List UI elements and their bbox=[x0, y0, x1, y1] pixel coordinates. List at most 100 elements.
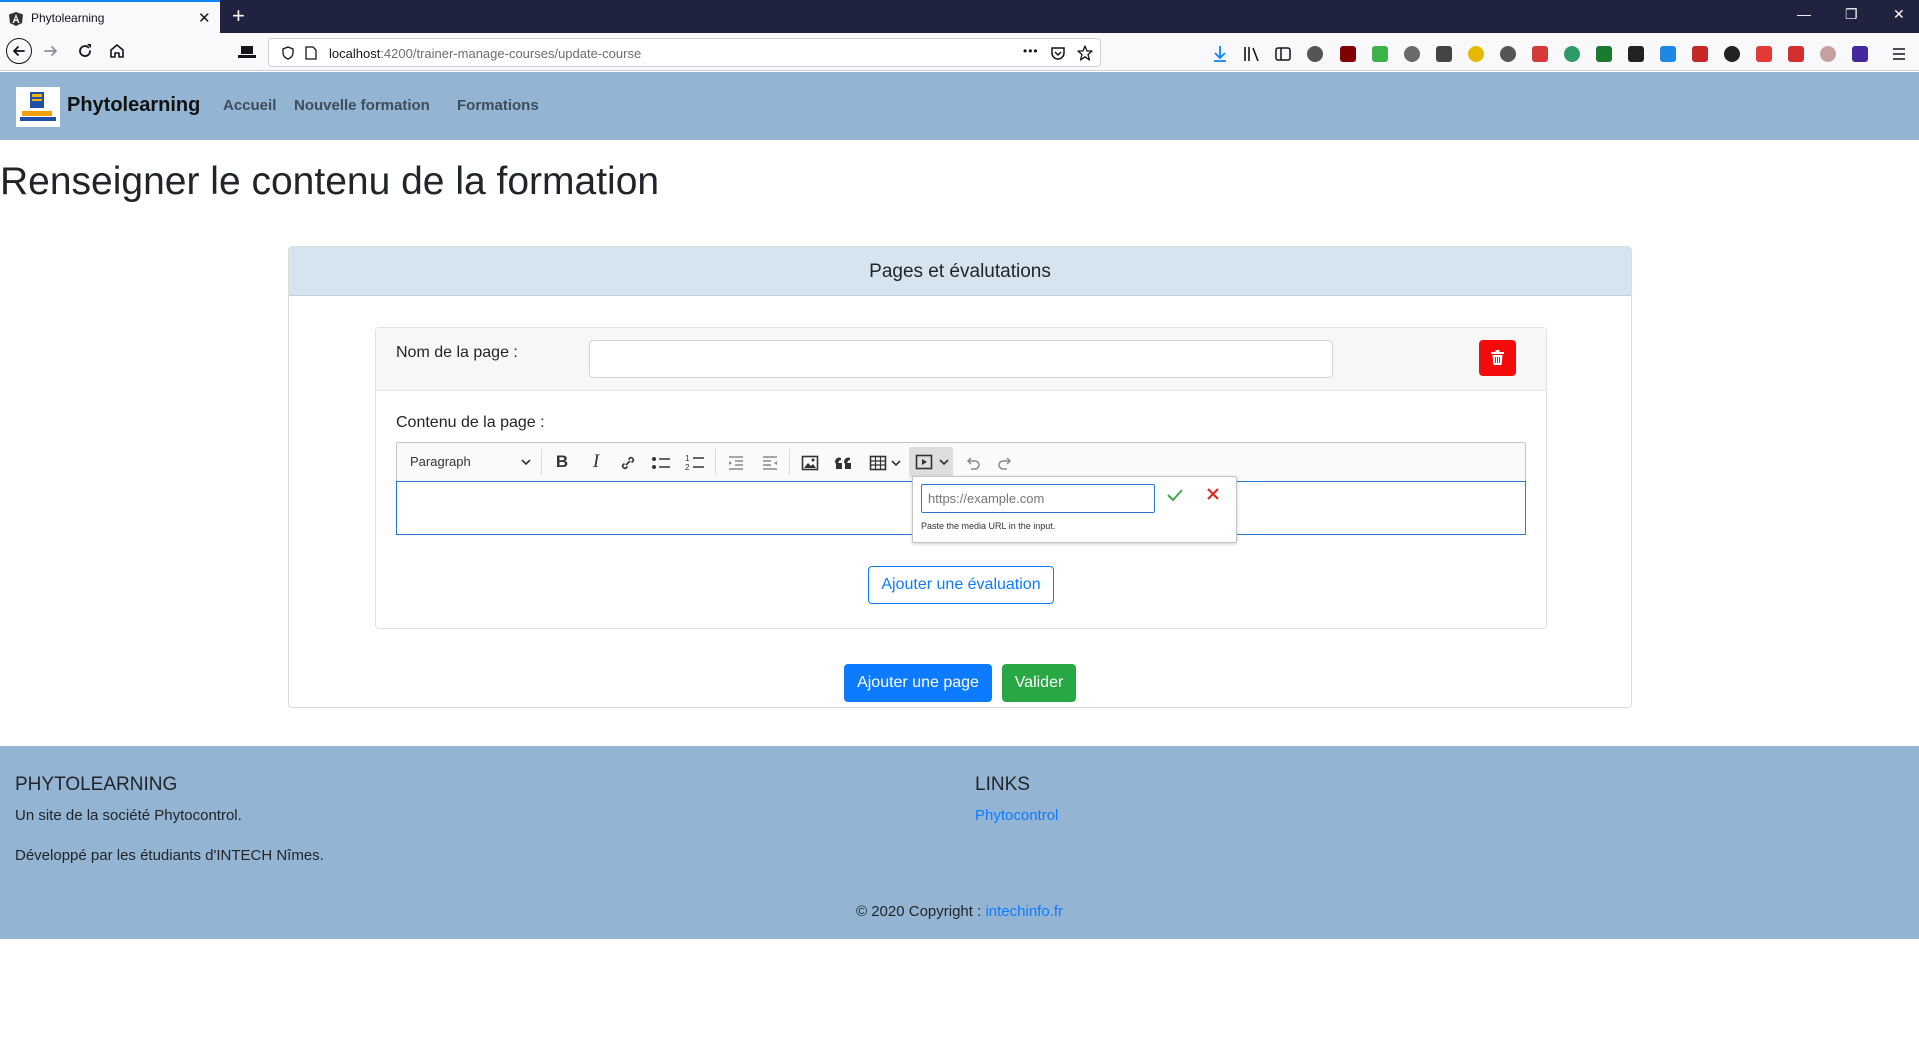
ublock-icon[interactable] bbox=[1340, 46, 1356, 62]
new-tab-button[interactable]: + bbox=[232, 3, 245, 29]
sidebar-icon[interactable] bbox=[1275, 46, 1291, 62]
eyedropper-icon[interactable] bbox=[1404, 46, 1420, 62]
link-icon[interactable] bbox=[619, 454, 637, 472]
delete-page-button[interactable] bbox=[1479, 340, 1516, 376]
close-icon[interactable] bbox=[1203, 484, 1223, 504]
svg-text:1: 1 bbox=[685, 454, 690, 463]
chevron-down-icon bbox=[939, 459, 949, 466]
add-page-button[interactable]: Ajouter une page bbox=[844, 664, 992, 702]
outdent-icon[interactable] bbox=[727, 454, 745, 472]
numbered-list-icon[interactable]: 1 2 bbox=[685, 453, 705, 473]
page-icon[interactable] bbox=[305, 46, 317, 60]
undo-icon[interactable] bbox=[963, 454, 981, 472]
close-window-button[interactable]: ✕ bbox=[1893, 6, 1905, 23]
restore-window-button[interactable]: ❐ bbox=[1845, 6, 1858, 23]
logo[interactable] bbox=[16, 87, 60, 127]
blockquote-icon[interactable] bbox=[835, 455, 853, 471]
extension-6-icon[interactable] bbox=[1468, 46, 1484, 62]
laptop-icon[interactable] bbox=[238, 45, 256, 59]
redo-icon[interactable] bbox=[997, 454, 1015, 472]
add-evaluation-button[interactable]: Ajouter une évaluation bbox=[868, 566, 1054, 604]
shield-icon[interactable] bbox=[281, 46, 295, 60]
chevron-down-icon bbox=[521, 459, 531, 466]
app-navbar: Phytolearning Accueil Nouvelle formation… bbox=[0, 72, 1919, 140]
copyright-link[interactable]: intechinfo.fr bbox=[985, 903, 1063, 920]
extension-16-icon[interactable] bbox=[1788, 46, 1804, 62]
url-path: :4200/trainer-manage-courses/update-cour… bbox=[380, 46, 642, 61]
extension-8-icon[interactable] bbox=[1532, 46, 1548, 62]
chevron-down-icon[interactable] bbox=[891, 459, 901, 467]
nav-link-nouvelle-formation[interactable]: Nouvelle formation bbox=[294, 97, 430, 114]
check-icon[interactable] bbox=[1165, 485, 1185, 505]
extension-9-icon[interactable] bbox=[1564, 46, 1580, 62]
page-title: Renseigner le contenu de la formation bbox=[0, 160, 660, 203]
footer-description: Un site de la société Phytocontrol. bbox=[15, 807, 242, 824]
extension-15-icon[interactable] bbox=[1756, 46, 1772, 62]
media-icon bbox=[915, 454, 933, 470]
extension-11-icon[interactable] bbox=[1628, 46, 1644, 62]
menu-icon[interactable] bbox=[1891, 46, 1907, 62]
footer-credits: Développé par les étudiants d'INTECH Nîm… bbox=[15, 847, 324, 864]
media-url-input[interactable] bbox=[921, 484, 1155, 513]
library-icon[interactable] bbox=[1243, 46, 1261, 62]
heading-dropdown[interactable]: Paragraph bbox=[403, 443, 535, 481]
bookmark-star-icon[interactable] bbox=[1077, 45, 1093, 61]
tab-title: Phytolearning bbox=[31, 11, 105, 25]
back-icon[interactable] bbox=[6, 38, 32, 64]
footer-link-phytocontrol[interactable]: Phytocontrol bbox=[975, 807, 1058, 824]
footer-links-title: LINKS bbox=[975, 774, 1030, 795]
extension-1-icon[interactable] bbox=[1307, 46, 1323, 62]
page-actions-icon[interactable]: ••• bbox=[1023, 44, 1039, 58]
extension-7-icon[interactable] bbox=[1500, 46, 1516, 62]
extension-10-icon[interactable] bbox=[1596, 46, 1612, 62]
media-url-popup: Paste the media URL in the input. bbox=[912, 476, 1237, 543]
nav-link-accueil[interactable]: Accueil bbox=[223, 97, 276, 114]
copyright-text: © 2020 Copyright : bbox=[855, 903, 986, 920]
image-icon[interactable] bbox=[801, 454, 819, 472]
validate-button[interactable]: Valider bbox=[1002, 664, 1076, 702]
home-icon[interactable] bbox=[108, 42, 126, 60]
minimize-window-button[interactable]: — bbox=[1797, 6, 1811, 22]
browser-tab-bar: Phytolearning ✕ + — ❐ ✕ bbox=[0, 0, 1919, 33]
page-editor-header: Nom de la page : bbox=[376, 328, 1546, 391]
extension-12-icon[interactable] bbox=[1660, 46, 1676, 62]
forward-icon[interactable] bbox=[42, 42, 60, 60]
close-tab-icon[interactable]: ✕ bbox=[198, 9, 211, 27]
bulleted-list-icon[interactable] bbox=[651, 454, 671, 472]
extension-18-icon[interactable] bbox=[1852, 46, 1868, 62]
bold-icon[interactable]: B bbox=[547, 443, 577, 481]
page-name-input[interactable] bbox=[589, 340, 1333, 378]
svg-text:2: 2 bbox=[685, 463, 690, 472]
brand-name[interactable]: Phytolearning bbox=[67, 94, 200, 117]
browser-tab[interactable]: Phytolearning ✕ bbox=[0, 0, 220, 33]
media-url-help: Paste the media URL in the input. bbox=[921, 521, 1056, 531]
extension-13-icon[interactable] bbox=[1692, 46, 1708, 62]
footer: PHYTOLEARNING Un site de la société Phyt… bbox=[0, 746, 1919, 939]
table-icon[interactable] bbox=[869, 454, 887, 472]
toolbar-separator bbox=[715, 449, 716, 475]
downloads-icon[interactable] bbox=[1212, 45, 1228, 63]
heading-dropdown-value: Paragraph bbox=[410, 454, 471, 469]
page-name-label: Nom de la page : bbox=[396, 344, 518, 361]
reload-icon[interactable] bbox=[76, 42, 94, 60]
url-host: localhost bbox=[329, 46, 381, 61]
address-bar[interactable]: localhost:4200/trainer-manage-courses/up… bbox=[268, 38, 1101, 67]
insert-media-button[interactable] bbox=[909, 447, 953, 477]
pages-card-header: Pages et évalutations bbox=[289, 247, 1631, 296]
toolbar-separator bbox=[541, 449, 542, 475]
extension-17-icon[interactable] bbox=[1820, 46, 1836, 62]
extension-14-icon[interactable] bbox=[1724, 46, 1740, 62]
page-content-label: Contenu de la page : bbox=[396, 414, 545, 431]
italic-icon[interactable]: I bbox=[581, 443, 611, 481]
extension-3-icon[interactable] bbox=[1372, 46, 1388, 62]
indent-icon[interactable] bbox=[761, 454, 779, 472]
extension-5-icon[interactable] bbox=[1436, 46, 1452, 62]
page-editor-card: Nom de la page : Contenu de la page : Pa… bbox=[375, 327, 1547, 629]
pocket-icon[interactable] bbox=[1050, 45, 1066, 61]
footer-title: PHYTOLEARNING bbox=[15, 774, 178, 795]
url-text[interactable]: localhost:4200/trainer-manage-courses/up… bbox=[329, 46, 641, 61]
toolbar-separator bbox=[789, 449, 790, 475]
copyright: © 2020 Copyright : intechinfo.fr bbox=[0, 903, 1919, 920]
nav-link-formations[interactable]: Formations bbox=[457, 97, 539, 114]
angular-icon bbox=[9, 12, 23, 26]
